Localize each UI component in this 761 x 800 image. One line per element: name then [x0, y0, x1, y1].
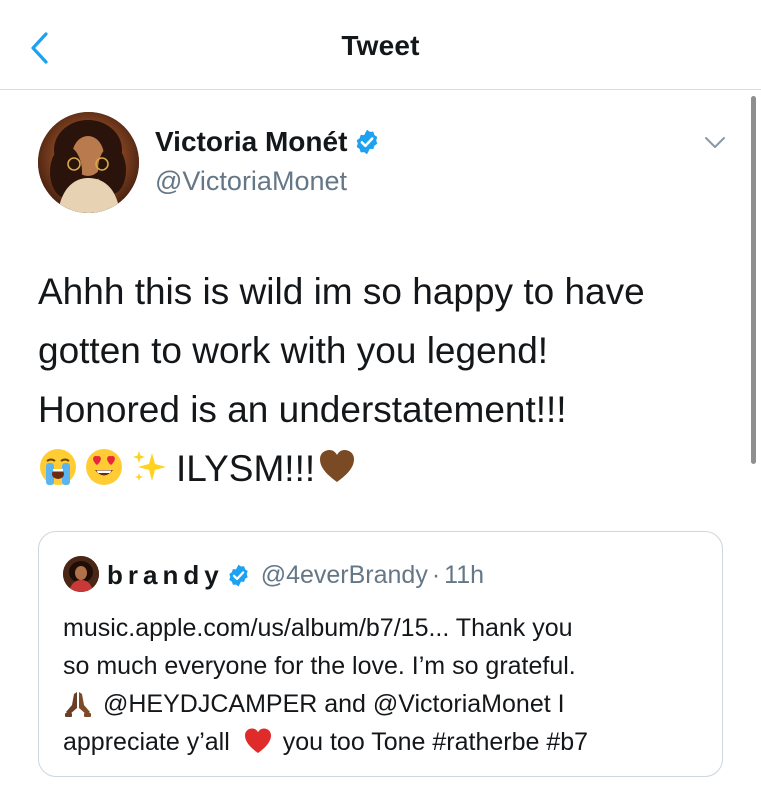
chevron-down-icon — [705, 137, 725, 148]
author-handle[interactable]: @VictoriaMonet — [155, 166, 347, 197]
heart-eyes-emoji — [86, 449, 122, 485]
quoted-handle[interactable]: @4everBrandy — [261, 561, 428, 590]
tweet-text-line: Ahhh this is wild im so happy to have — [38, 271, 645, 312]
quoted-text-line: so much everyone for the love. I’m so gr… — [63, 652, 576, 680]
folded-hands-emoji — [65, 692, 91, 717]
verified-badge-icon — [357, 129, 378, 155]
red-heart-emoji — [244, 728, 271, 753]
more-options-button[interactable] — [700, 128, 730, 158]
verified-badge-icon — [229, 564, 248, 587]
quoted-text-line: @HEYDJCAMPER and @VictoriaMonet I — [63, 685, 703, 723]
author-name-row[interactable]: Victoria Monét — [155, 126, 381, 158]
nav-header: Tweet — [0, 0, 761, 90]
tweet-text-line: gotten to work with you legend! — [38, 330, 549, 371]
page-title: Tweet — [341, 30, 420, 61]
quoted-text-line: music.apple.com/us/album/b7/15... Thank … — [63, 614, 573, 642]
quoted-text-line4a: appreciate y’all — [63, 728, 230, 756]
quoted-header: brandy @4everBrandy · 11h — [107, 560, 484, 591]
tweet-text-line: Honored is an understatement!!! — [38, 389, 567, 430]
display-name[interactable]: Victoria Monét — [155, 126, 347, 158]
quoted-text-line4b: you too Tone #ratherbe #b7 — [282, 728, 589, 756]
quoted-timestamp: 11h — [444, 561, 485, 589]
quoted-tweet-card[interactable]: brandy @4everBrandy · 11h music.apple.co… — [38, 531, 723, 777]
loudly-crying-face-emoji — [40, 449, 76, 485]
quoted-text-line3: @HEYDJCAMPER and @VictoriaMonet I — [103, 690, 565, 718]
tweet-emoji-line: ILYSM!!! — [38, 439, 728, 498]
tweet-text: Ahhh this is wild im so happy to have go… — [38, 262, 728, 498]
sparkles-emoji — [133, 451, 166, 481]
quoted-display-name[interactable]: brandy — [107, 560, 224, 591]
quoted-avatar[interactable] — [63, 556, 99, 592]
avatar[interactable] — [38, 112, 139, 213]
quoted-tweet-text: music.apple.com/us/album/b7/15... Thank … — [63, 609, 703, 761]
tweet-emoji-line-text: ILYSM!!! — [176, 448, 316, 489]
quoted-text-line: appreciate y’all you too Tone #ratherbe … — [63, 723, 703, 761]
brown-heart-emoji — [320, 450, 355, 482]
scrollbar[interactable] — [751, 96, 756, 464]
separator-dot: · — [431, 561, 441, 589]
tweet-detail-screen: Tweet Victoria Monét @VictoriaMonet Ahhh… — [0, 0, 761, 800]
